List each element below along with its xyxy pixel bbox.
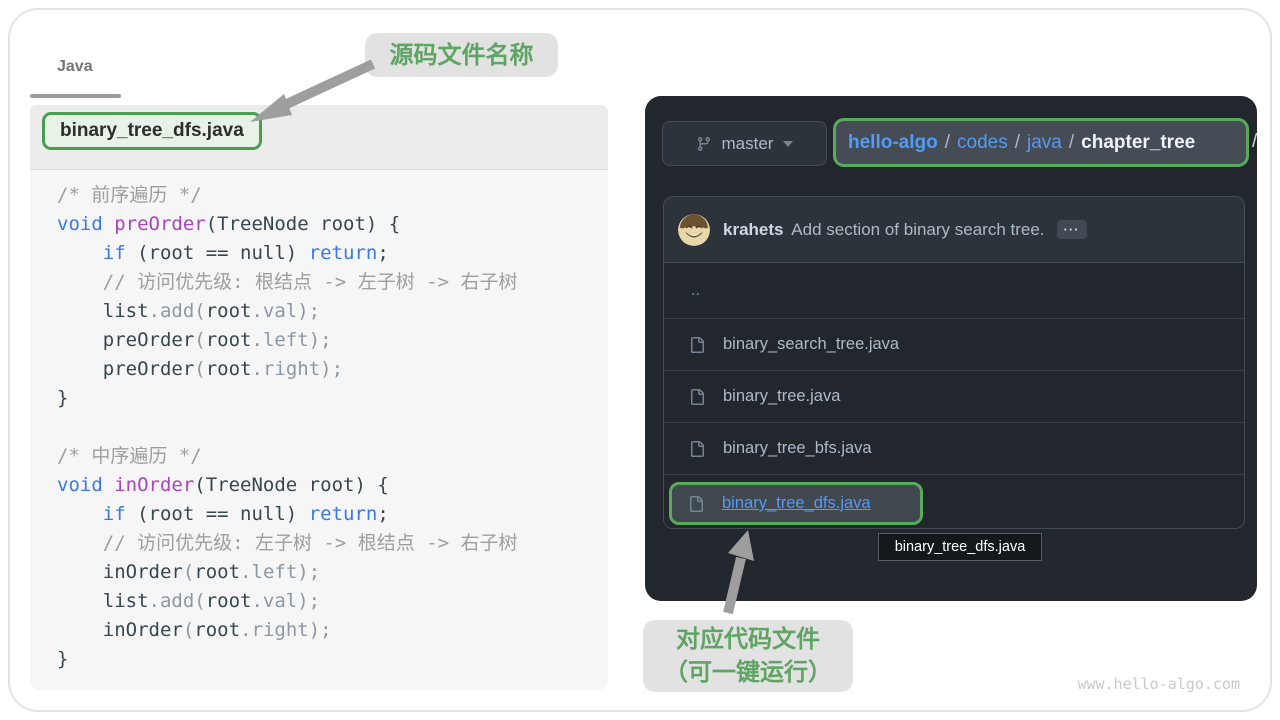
callout-source-filename-text: 源码文件名称 — [390, 39, 534, 72]
file-name[interactable]: binary_tree_bfs.java — [723, 439, 872, 458]
code-line: preOrder(root.right); — [57, 355, 608, 384]
breadcrumb-java-link[interactable]: java — [1027, 132, 1062, 154]
file-row-highlighted[interactable]: binary_tree_dfs.java — [664, 475, 1244, 530]
branch-name: master — [722, 134, 774, 154]
code-line: /* 中序遍历 */ — [57, 442, 608, 471]
code-line: list.add(root.val); — [57, 587, 608, 616]
file-row[interactable]: binary_tree.java — [664, 371, 1244, 423]
breadcrumb-separator: / — [945, 132, 950, 154]
file-name[interactable]: binary_tree.java — [723, 387, 840, 406]
commit-summary: krahets Add section of binary search tre… — [723, 220, 1045, 240]
breadcrumb-repo-link[interactable]: hello-algo — [848, 132, 938, 154]
code-line: inOrder(root.left); — [57, 558, 608, 587]
git-branch-icon — [696, 136, 712, 152]
file-name[interactable]: binary_search_tree.java — [723, 335, 899, 354]
file-tooltip: binary_tree_dfs.java — [878, 533, 1042, 561]
code-line: void preOrder(TreeNode root) { — [57, 210, 608, 239]
watermark: www.hello-algo.com — [1020, 675, 1240, 693]
github-file-browser: master hello-algo / codes / java / chapt… — [645, 96, 1257, 601]
breadcrumb-separator: / — [1015, 132, 1020, 154]
callout-code-file-line1: 对应代码文件 — [676, 623, 820, 656]
tab-active-indicator — [30, 94, 121, 98]
avatar[interactable] — [678, 214, 710, 246]
latest-commit-row: krahets Add section of binary search tre… — [664, 197, 1244, 263]
chevron-down-icon — [783, 141, 793, 147]
tab-java[interactable]: Java — [57, 58, 93, 76]
code-line: if (root == null) return; — [57, 239, 608, 268]
callout-source-filename: 源码文件名称 — [365, 33, 558, 77]
callout-code-file: 对应代码文件 （可一键运行） — [643, 620, 853, 692]
breadcrumb: hello-algo / codes / java / chapter_tree — [833, 118, 1249, 167]
code-line: list.add(root.val); — [57, 297, 608, 326]
file-row[interactable]: binary_tree_bfs.java — [664, 423, 1244, 475]
breadcrumb-separator: / — [1069, 132, 1074, 154]
code-title-bar: binary_tree_dfs.java — [30, 105, 608, 170]
callout-code-file-line2: （可一键运行） — [664, 656, 832, 689]
parent-directory-row[interactable]: .. — [664, 263, 1244, 319]
code-line: } — [57, 645, 608, 674]
code-line: void inOrder(TreeNode root) { — [57, 471, 608, 500]
breadcrumb-current-dir: chapter_tree — [1081, 132, 1195, 154]
breadcrumb-codes-link[interactable]: codes — [957, 132, 1008, 154]
file-icon — [689, 441, 705, 457]
commit-author-link[interactable]: krahets — [723, 220, 783, 239]
file-icon — [689, 337, 705, 353]
commit-message-link[interactable]: Add section of binary search tree. — [791, 220, 1044, 239]
file-row[interactable]: binary_search_tree.java — [664, 319, 1244, 371]
code-panel: binary_tree_dfs.java /* 前序遍历 */void preO… — [30, 105, 608, 690]
file-icon — [689, 389, 705, 405]
breadcrumb-trailing-slash: / — [1252, 131, 1257, 153]
file-name-link[interactable]: binary_tree_dfs.java — [722, 494, 871, 513]
parent-directory-link[interactable]: .. — [691, 282, 700, 300]
code-line: // 访问优先级: 左子树 -> 根结点 -> 右子树 — [57, 529, 608, 558]
branch-selector-button[interactable]: master — [662, 121, 827, 166]
code-line — [57, 413, 608, 442]
filename-chip: binary_tree_dfs.java — [42, 112, 262, 150]
code-block: /* 前序遍历 */void preOrder(TreeNode root) {… — [30, 170, 608, 690]
code-line: } — [57, 384, 608, 413]
file-icon — [688, 496, 704, 512]
file-list: krahets Add section of binary search tre… — [663, 196, 1245, 529]
highlighted-file-box[interactable]: binary_tree_dfs.java — [669, 482, 923, 525]
commit-ellipsis-button[interactable]: ··· — [1057, 220, 1087, 239]
code-line: preOrder(root.left); — [57, 326, 608, 355]
code-line: // 访问优先级: 根结点 -> 左子树 -> 右子树 — [57, 268, 608, 297]
code-line: if (root == null) return; — [57, 500, 608, 529]
code-line: /* 前序遍历 */ — [57, 181, 608, 210]
figure-canvas: Java binary_tree_dfs.java /* 前序遍历 */void… — [0, 0, 1280, 720]
code-line: inOrder(root.right); — [57, 616, 608, 645]
